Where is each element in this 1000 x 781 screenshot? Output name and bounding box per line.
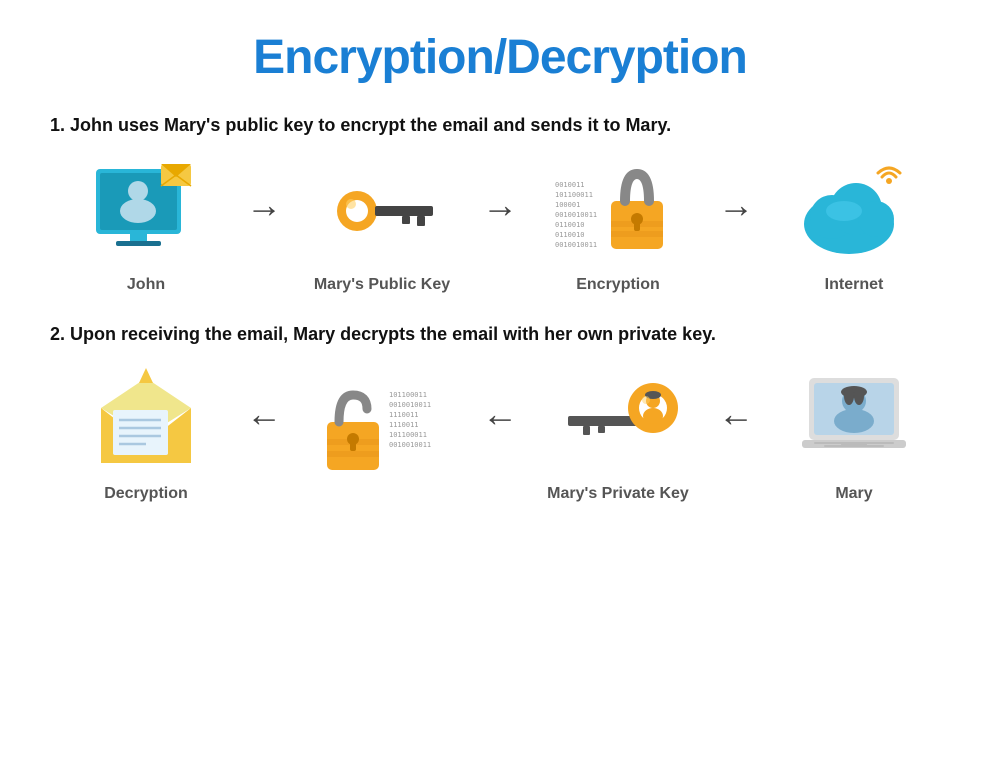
svg-text:101100011: 101100011 [555,191,593,199]
marys-public-key-item: Mary's Public Key [282,156,482,294]
svg-text:0010011: 0010011 [555,181,585,189]
john-label: John [127,276,165,294]
email-item: Decryption [46,365,246,503]
marys-public-key-label: Mary's Public Key [314,276,450,294]
arrow1: → [246,184,282,226]
svg-text:0010010011: 0010010011 [555,241,597,249]
step2-flow: Decryption ← 101100011 0010010011 111001… [40,365,960,503]
mary-label: Mary [835,485,872,503]
decryption-lock-icon: 101100011 0010010011 1110011 1110011 101… [317,374,447,484]
john-icon [86,156,206,266]
svg-text:0110010: 0110010 [555,221,585,229]
john-item: John [46,156,246,294]
mary-icon [794,365,914,475]
svg-text:1110011: 1110011 [389,421,419,429]
internet-label: Internet [825,276,884,294]
step2-description: 2. Upon receiving the email, Mary decryp… [40,324,960,345]
decryption-lock-item: 101100011 0010010011 1110011 1110011 101… [282,374,482,494]
encryption-icon: 0010011 101100011 100001 0010010011 0110… [553,156,683,266]
internet-item: Internet [754,156,954,294]
marys-public-key-icon [327,156,437,266]
svg-text:1110011: 1110011 [389,411,419,419]
arrow6: ← [718,393,754,435]
encryption-label: Encryption [576,276,660,294]
svg-text:0010010011: 0010010011 [389,441,431,449]
svg-text:100001: 100001 [555,201,580,209]
email-icon [91,365,201,475]
svg-text:101100011: 101100011 [389,431,427,439]
decryption-label: Decryption [104,485,188,503]
arrow3: → [718,184,754,226]
encryption-item: 0010011 101100011 100001 0010010011 0110… [518,156,718,294]
marys-private-key-icon [558,365,678,475]
svg-text:0010010011: 0010010011 [555,211,597,219]
main-title: Encryption/Decryption [40,30,960,85]
marys-private-key-item: Mary's Private Key [518,365,718,503]
step1-flow: John → Mary's Public K [40,156,960,294]
page-container: Encryption/Decryption 1. John uses Mary'… [0,0,1000,533]
marys-private-key-label: Mary's Private Key [547,485,689,503]
svg-text:101100011: 101100011 [389,391,427,399]
step1-description: 1. John uses Mary's public key to encryp… [40,115,960,136]
arrow5: ← [482,393,518,435]
mary-item: Mary [754,365,954,503]
svg-text:0010010011: 0010010011 [389,401,431,409]
arrow4: ← [246,393,282,435]
svg-text:0110010: 0110010 [555,231,585,239]
internet-icon [794,156,914,266]
arrow2: → [482,184,518,226]
